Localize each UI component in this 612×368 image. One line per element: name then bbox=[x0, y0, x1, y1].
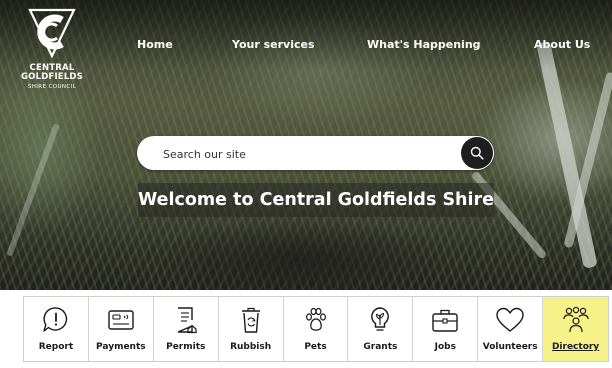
document-icon bbox=[177, 307, 197, 334]
exclamation-bubble-icon bbox=[43, 307, 68, 332]
page: CENTRAL GOLDFIELDS SHIRE COUNCIL Home Yo… bbox=[0, 0, 612, 368]
page-title: Welcome to Central Goldfields Shire bbox=[137, 190, 495, 210]
search-input[interactable] bbox=[161, 136, 455, 172]
people-icon bbox=[562, 306, 589, 333]
quick-link-report[interactable]: Report bbox=[24, 297, 89, 361]
quick-links-bar: Report Payments Permits Rubbish Pets Gra… bbox=[23, 296, 609, 362]
nav-whats-happening[interactable]: What's Happening bbox=[367, 38, 481, 51]
main-navigation: Home Your services What's Happening Abou… bbox=[0, 38, 612, 54]
quick-link-label: Pets bbox=[304, 342, 327, 352]
search-bar bbox=[137, 136, 494, 172]
recycle-bin-icon bbox=[241, 307, 260, 333]
quick-link-label: Directory bbox=[551, 342, 600, 352]
quick-link-rubbish[interactable]: Rubbish bbox=[219, 297, 284, 361]
heart-icon bbox=[496, 307, 524, 332]
quick-link-label: Grants bbox=[363, 342, 398, 352]
quick-link-label: Report bbox=[38, 342, 74, 352]
welcome-banner: Welcome to Central Goldfields Shire bbox=[138, 183, 494, 217]
quick-link-label: Volunteers bbox=[482, 342, 538, 352]
quick-link-label: Rubbish bbox=[230, 342, 272, 352]
search-button[interactable] bbox=[461, 137, 493, 169]
nav-your-services[interactable]: Your services bbox=[232, 38, 315, 51]
quick-link-label: Jobs bbox=[434, 342, 456, 352]
quick-link-directory[interactable]: Directory bbox=[543, 297, 609, 361]
card-icon bbox=[108, 310, 134, 330]
nav-home[interactable]: Home bbox=[137, 38, 173, 51]
quick-link-grants[interactable]: Grants bbox=[348, 297, 414, 361]
quick-link-jobs[interactable]: Jobs bbox=[413, 297, 479, 361]
briefcase-icon bbox=[432, 309, 458, 332]
tree-branch-decoration bbox=[6, 123, 60, 257]
logo-line-3: SHIRE COUNCIL bbox=[27, 84, 77, 90]
quick-link-volunteers[interactable]: Volunteers bbox=[478, 297, 544, 361]
paw-icon bbox=[305, 307, 326, 331]
lightbulb-icon bbox=[371, 307, 390, 331]
quick-link-label: Payments bbox=[96, 342, 146, 352]
council-logo-text: CENTRAL GOLDFIELDS SHIRE COUNCIL bbox=[14, 64, 90, 92]
nav-about-us[interactable]: About Us bbox=[534, 38, 590, 51]
logo-line-2: GOLDFIELDS bbox=[20, 72, 84, 82]
quick-link-payments[interactable]: Payments bbox=[89, 297, 154, 361]
quick-link-permits[interactable]: Permits bbox=[154, 297, 219, 361]
search-icon bbox=[470, 146, 484, 160]
quick-link-label: Permits bbox=[166, 342, 206, 352]
quick-link-pets[interactable]: Pets bbox=[284, 297, 349, 361]
